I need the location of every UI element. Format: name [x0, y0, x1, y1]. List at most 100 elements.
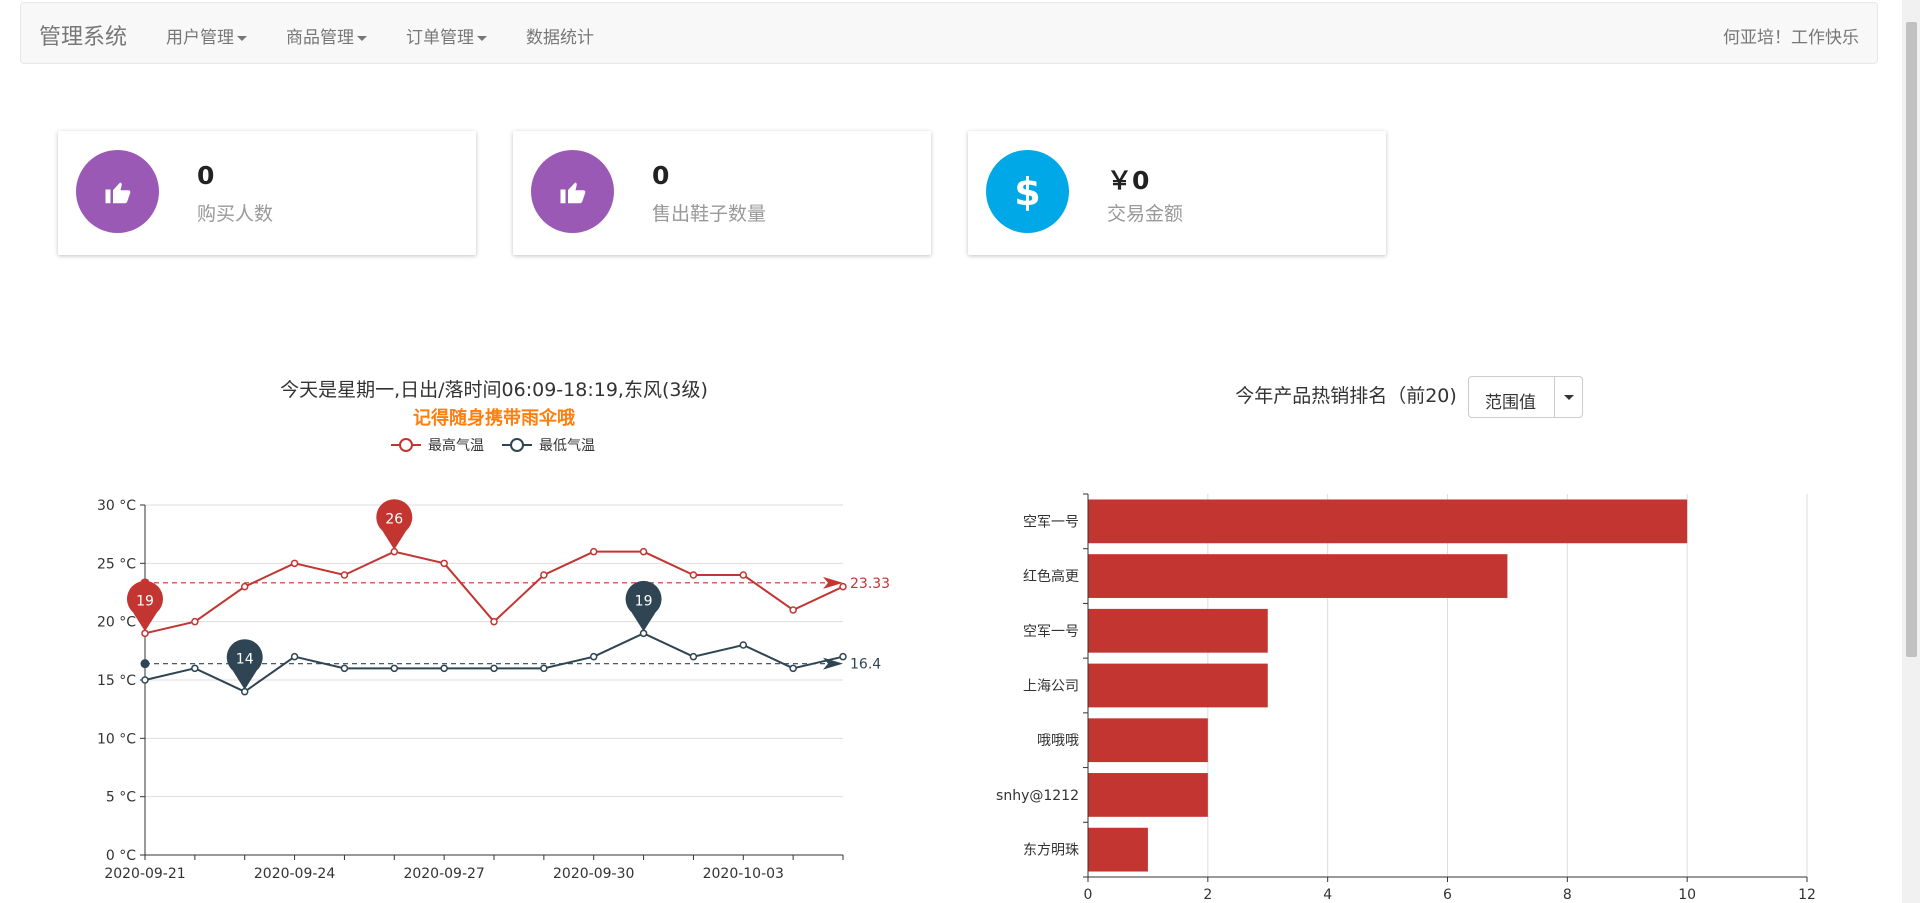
thumbs-up-icon	[105, 182, 130, 203]
data-point	[839, 652, 847, 661]
data-point	[191, 617, 199, 626]
average-label: 23.33	[850, 576, 890, 592]
data-point	[689, 652, 698, 661]
nav-data-statistics-label: 数据统计	[526, 28, 594, 48]
stat-icon-circle	[531, 150, 614, 233]
ranking-bar-chart: 今年产品热销排名（前20) 0 2 4 6 8 10 12空军一号红色高更空军一号上海公司哦…	[996, 385, 1816, 903]
data-point	[589, 547, 598, 556]
range-button-label: 范围值	[1485, 393, 1536, 413]
x-tick-label: 2020-09-27	[403, 866, 484, 882]
caret-down-icon[interactable]	[1564, 395, 1574, 400]
x-tick-label: 2020-09-21	[104, 866, 185, 882]
data-point	[589, 652, 598, 661]
stat-card-buyers: 0 购买人数	[58, 131, 476, 255]
legend-item-min-temp[interactable]: 最低气温	[502, 438, 595, 454]
stat-card-shoes-sold: 0 售出鞋子数量	[513, 131, 931, 255]
brand-title[interactable]: 管理系统	[39, 19, 127, 51]
data-point	[141, 676, 149, 684]
dollar-icon: $	[1014, 169, 1041, 214]
data-point	[689, 571, 698, 579]
data-point	[789, 664, 797, 673]
y-tick-label: 0 °C	[106, 848, 136, 864]
x-tick-label: 2	[1203, 887, 1212, 903]
bar	[1088, 718, 1208, 763]
y-tick-label: 10 °C	[97, 731, 136, 747]
data-point	[440, 664, 448, 673]
scrollbar-thumb[interactable]	[1906, 22, 1917, 657]
data-point	[290, 652, 299, 661]
stat-value: 0	[652, 161, 670, 190]
data-point	[490, 617, 498, 626]
average-label: 16.4	[850, 657, 881, 673]
data-point	[639, 547, 648, 556]
data-point	[340, 571, 349, 579]
y-tick-label: 东方明珠	[1023, 843, 1079, 859]
nav-data-statistics[interactable]: 数据统计	[526, 23, 594, 48]
y-tick-label: 25 °C	[97, 556, 136, 572]
stat-label: 交易金额	[1107, 203, 1184, 225]
ranking-title: 今年产品热销排名（前20)	[1235, 385, 1457, 407]
data-point	[340, 664, 349, 673]
x-tick-label: 0	[1084, 887, 1093, 903]
x-tick-label: 6	[1443, 887, 1452, 903]
legend-item-max-temp[interactable]: 最高气温	[391, 437, 484, 454]
data-point	[490, 664, 498, 673]
data-point	[290, 559, 299, 568]
data-point	[390, 664, 399, 673]
marker-pin-label: 19	[136, 593, 154, 609]
stat-icon-circle: $	[986, 150, 1069, 233]
x-tick-label: 2020-09-30	[553, 866, 634, 882]
data-point	[440, 559, 448, 568]
weather-line-chart: 今天是星期一,日出/落时间06:09-18:19,东风(3级) 记得随身携带雨伞…	[97, 379, 890, 882]
stat-icon-circle	[76, 150, 159, 233]
chart-legend: 最高气温 最低气温	[391, 437, 595, 454]
bar	[1088, 608, 1268, 653]
bar	[1088, 773, 1208, 817]
bar	[1088, 554, 1508, 598]
chart-subtitle: 记得随身携带雨伞哦	[413, 407, 575, 429]
nav-order-management-label: 订单管理	[406, 28, 474, 48]
y-tick-label: 红色高更	[1023, 568, 1079, 585]
bar	[1088, 499, 1688, 544]
legend-label: 最低气温	[539, 438, 595, 454]
marker-pin-label: 26	[385, 512, 403, 528]
x-tick-label: 10	[1678, 887, 1696, 903]
user-greeting[interactable]: 何亚培！工作快乐	[1723, 23, 1859, 48]
y-tick-label: 15 °C	[97, 673, 136, 689]
x-tick-label: 2020-10-03	[703, 866, 784, 882]
stat-label: 售出鞋子数量	[652, 203, 767, 225]
y-tick-label: 30 °C	[97, 498, 136, 514]
range-dropdown-button[interactable]: 范围值	[1468, 376, 1583, 418]
nav-order-management[interactable]: 订单管理	[406, 23, 487, 48]
data-point	[240, 582, 249, 591]
y-tick-label: 哦哦哦	[1037, 733, 1079, 749]
stat-value: 0	[197, 161, 215, 190]
caret-down-icon	[357, 35, 367, 41]
y-tick-label: snhy@1212	[996, 788, 1079, 804]
y-tick-label: 空军一号	[1023, 514, 1079, 530]
thumbs-up-icon	[560, 182, 585, 203]
nav-product-management-label: 商品管理	[286, 28, 354, 48]
data-point	[739, 571, 748, 579]
y-tick-label: 20 °C	[97, 615, 136, 631]
marker-pin-label: 19	[635, 593, 653, 609]
x-tick-label: 4	[1323, 887, 1332, 903]
nav-product-management[interactable]: 商品管理	[286, 23, 367, 48]
bar	[1088, 827, 1148, 872]
y-tick-label: 空军一号	[1023, 624, 1079, 640]
stat-card-transaction-amount: $ ￥0 交易金额	[968, 131, 1386, 255]
caret-down-icon	[237, 35, 247, 41]
bar	[1088, 663, 1268, 708]
nav-user-management[interactable]: 用户管理	[166, 23, 247, 48]
x-tick-label: 12	[1798, 887, 1816, 903]
y-tick-label: 上海公司	[1023, 679, 1079, 695]
legend-label: 最高气温	[428, 437, 484, 454]
y-tick-label: 5 °C	[106, 790, 136, 806]
vertical-scrollbar[interactable]	[1902, 0, 1920, 903]
data-point	[191, 664, 199, 673]
data-point	[739, 641, 748, 649]
stat-value: ￥0	[1107, 166, 1150, 195]
data-point	[789, 606, 797, 614]
stat-label: 购买人数	[197, 203, 274, 225]
caret-down-icon	[477, 35, 487, 41]
